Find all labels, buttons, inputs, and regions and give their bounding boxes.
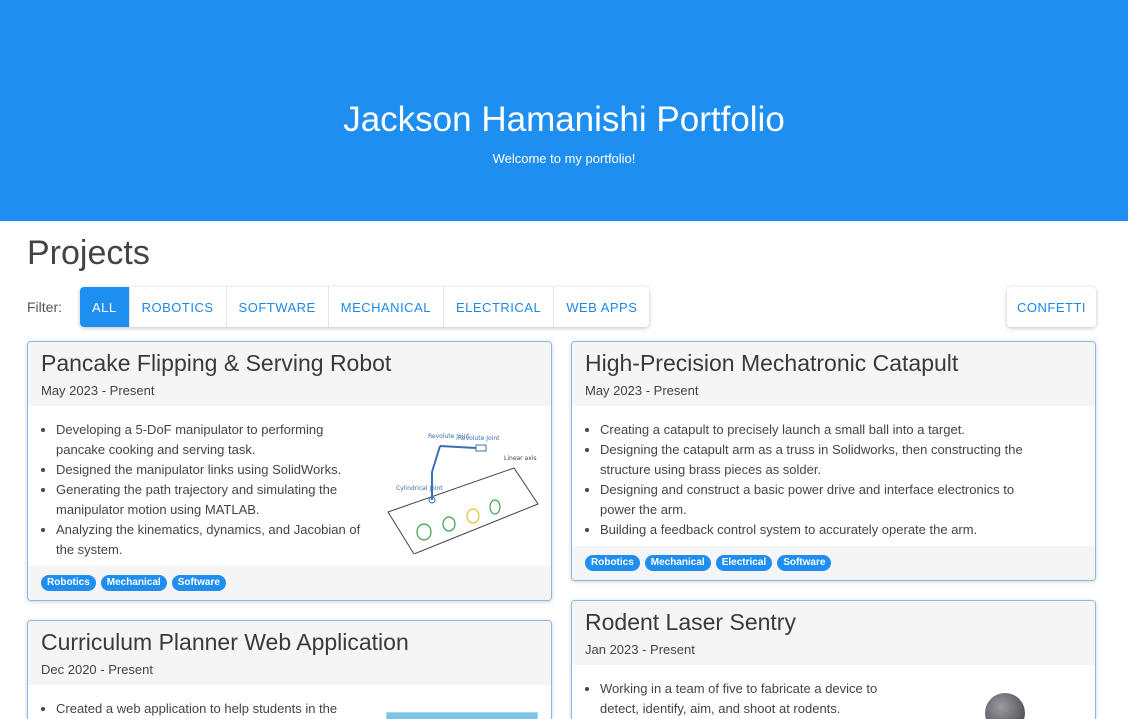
tag-robotics: Robotics bbox=[585, 555, 640, 571]
list-item: Developing a 5-DoF manipulator to perfor… bbox=[56, 420, 368, 460]
hero-banner: Jackson Hamanishi Portfolio Welcome to m… bbox=[0, 0, 1128, 221]
card-tags: Robotics Mechanical Software bbox=[28, 566, 551, 600]
list-item: Designing and construct a basic power dr… bbox=[600, 480, 1052, 520]
list-item: Created a web application to help studen… bbox=[56, 699, 358, 719]
card-title: Rodent Laser Sentry bbox=[585, 609, 796, 635]
card-body: Created a web application to help studen… bbox=[28, 685, 551, 719]
tag-software: Software bbox=[171, 575, 226, 591]
tag-mechanical: Mechanical bbox=[644, 555, 711, 571]
card-bullet-list: Working in a team of five to fabricate a… bbox=[572, 679, 892, 719]
projects-heading: Projects bbox=[27, 234, 150, 272]
card-title: High-Precision Mechatronic Catapult bbox=[585, 350, 959, 376]
confetti-button[interactable]: CONFETTI bbox=[1007, 287, 1096, 327]
sketch-label: Cylindrical Joint bbox=[396, 485, 443, 492]
card-date: May 2023 - Present bbox=[585, 383, 699, 398]
project-card-pancake-robot[interactable]: Pancake Flipping & Serving Robot May 202… bbox=[27, 341, 552, 601]
sketch-label: Revolute Joint bbox=[458, 435, 500, 442]
list-item: Generating the path trajectory and simul… bbox=[56, 480, 368, 520]
card-header: Rodent Laser Sentry Jan 2023 - Present bbox=[572, 601, 1095, 665]
tag-mechanical: Mechanical bbox=[100, 575, 167, 591]
list-item: Analyzing the kinematics, dynamics, and … bbox=[56, 520, 368, 560]
card-title: Curriculum Planner Web Application bbox=[41, 629, 409, 655]
filter-electrical-button[interactable]: ELECTRICAL bbox=[443, 287, 555, 327]
card-bullet-list: Creating a catapult to precisely launch … bbox=[572, 420, 1052, 540]
project-card-curriculum-planner[interactable]: Curriculum Planner Web Application Dec 2… bbox=[27, 620, 552, 719]
list-item: Working in a team of five to fabricate a… bbox=[600, 679, 892, 719]
list-item: Creating a catapult to precisely launch … bbox=[600, 420, 1052, 440]
filter-all-button[interactable]: ALL bbox=[80, 287, 130, 327]
filter-web-apps-button[interactable]: WEB APPS bbox=[554, 287, 650, 327]
project-card-rodent-laser-sentry[interactable]: Rodent Laser Sentry Jan 2023 - Present W… bbox=[571, 600, 1096, 719]
filter-mechanical-button[interactable]: MECHANICAL bbox=[328, 287, 444, 327]
sketch-label: Linear axis bbox=[504, 455, 537, 462]
filter-label: Filter: bbox=[27, 299, 62, 315]
site-title: Jackson Hamanishi Portfolio bbox=[343, 100, 785, 139]
list-item: Designed the manipulator links using Sol… bbox=[56, 460, 368, 480]
site-subtitle: Welcome to my portfolio! bbox=[492, 151, 636, 166]
card-date: Dec 2020 - Present bbox=[41, 662, 154, 677]
list-item: Designing the catapult arm as a truss in… bbox=[600, 440, 1052, 480]
filter-button-group: ALL ROBOTICS SOFTWARE MECHANICAL ELECTRI… bbox=[80, 287, 650, 327]
card-header: Curriculum Planner Web Application Dec 2… bbox=[28, 621, 551, 685]
tag-software: Software bbox=[777, 555, 832, 571]
sentry-device-image bbox=[985, 693, 1025, 719]
card-header: High-Precision Mechatronic Catapult May … bbox=[572, 342, 1095, 406]
project-card-catapult[interactable]: High-Precision Mechatronic Catapult May … bbox=[571, 341, 1096, 581]
manipulator-sketch-image: Revolute Joint Revolute Joint Linear axi… bbox=[387, 433, 539, 554]
card-title: Pancake Flipping & Serving Robot bbox=[41, 350, 392, 376]
card-date: Jan 2023 - Present bbox=[585, 642, 695, 657]
card-body: Working in a team of five to fabricate a… bbox=[572, 665, 1095, 719]
web-app-screenshot-image bbox=[386, 712, 538, 719]
card-body: Creating a catapult to precisely launch … bbox=[572, 406, 1095, 551]
card-bullet-list: Developing a 5-DoF manipulator to perfor… bbox=[28, 420, 368, 560]
card-body: Developing a 5-DoF manipulator to perfor… bbox=[28, 406, 551, 570]
filter-software-button[interactable]: SOFTWARE bbox=[226, 287, 329, 327]
list-item: Building a feedback control system to ac… bbox=[600, 520, 1052, 540]
card-tags: Robotics Mechanical Electrical Software bbox=[572, 546, 1095, 580]
card-header: Pancake Flipping & Serving Robot May 202… bbox=[28, 342, 551, 406]
card-bullet-list: Created a web application to help studen… bbox=[28, 699, 358, 719]
tag-robotics: Robotics bbox=[41, 575, 96, 591]
card-date: May 2023 - Present bbox=[41, 383, 155, 398]
tag-electrical: Electrical bbox=[715, 555, 773, 571]
filter-robotics-button[interactable]: ROBOTICS bbox=[129, 287, 227, 327]
